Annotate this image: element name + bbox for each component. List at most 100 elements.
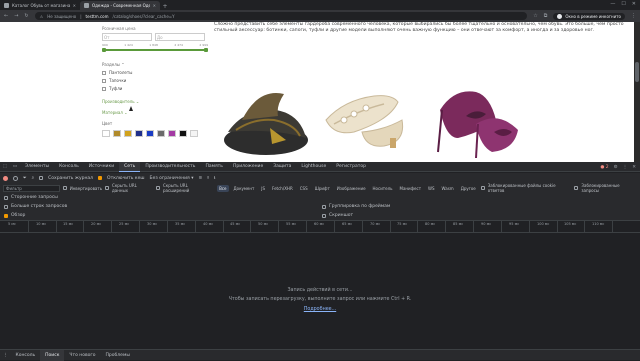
color-swatch[interactable]: [190, 130, 198, 137]
close-window-icon[interactable]: ✕: [632, 1, 636, 7]
third-party-option[interactable]: Сторонние запросы: [4, 195, 58, 200]
extensions-icon[interactable]: ⧉: [544, 13, 548, 19]
color-swatch[interactable]: [179, 130, 187, 137]
tab-application[interactable]: Приложение: [228, 162, 268, 172]
big-rows-option[interactable]: Больше строк запросов: [4, 204, 67, 209]
drawer-tab-whats-new[interactable]: Что нового: [64, 350, 100, 361]
tab-network[interactable]: Сеть: [119, 161, 141, 172]
price-slider-max-handle[interactable]: [204, 48, 208, 52]
close-icon[interactable]: ✕: [632, 165, 636, 170]
network-timeline-overview[interactable]: 5 мс 10 мс 15 мс 20 мс 25 мс 30 мс 35 мс 40 мс 4…: [0, 221, 640, 233]
download-icon[interactable]: ⭳: [214, 174, 216, 182]
screenshots-checkbox[interactable]: [322, 213, 326, 218]
big-rows-checkbox[interactable]: [4, 204, 8, 209]
material-filter[interactable]: Материал ⌄: [102, 110, 208, 115]
type-filter-img[interactable]: Изображение: [335, 185, 368, 192]
color-swatch[interactable]: [157, 130, 165, 137]
overview-checkbox[interactable]: [4, 213, 8, 218]
checkbox-box[interactable]: [102, 78, 106, 83]
price-from-input[interactable]: От: [102, 33, 152, 41]
filter-input[interactable]: Фильтр: [3, 184, 60, 192]
invert-checkbox[interactable]: [62, 186, 67, 190]
color-swatch[interactable]: [135, 130, 143, 137]
drawer-menu-icon[interactable]: ⋮: [0, 353, 11, 358]
tab-performance[interactable]: Производительность: [140, 162, 200, 172]
blocked-cookies-checkbox[interactable]: [480, 186, 485, 190]
hide-data-urls-checkbox[interactable]: [105, 186, 110, 190]
type-filter-doc[interactable]: Документ: [232, 185, 257, 192]
disable-cache-checkbox[interactable]: [98, 176, 103, 180]
scrollbar-thumb[interactable]: [635, 62, 639, 82]
device-toolbar-icon[interactable]: ▭: [10, 164, 20, 169]
section-checkbox[interactable]: Пантолеты: [102, 70, 208, 75]
maximize-icon[interactable]: ☐: [621, 1, 625, 7]
menu-icon[interactable]: ⋮: [631, 13, 636, 19]
error-badge[interactable]: ● 2: [600, 165, 608, 170]
incognito-indicator[interactable]: Окно в режиме инкогнито: [553, 12, 625, 20]
type-filter-js[interactable]: JS: [259, 185, 267, 192]
screenshots-option[interactable]: Скриншот: [322, 213, 353, 218]
slipper-image[interactable]: [224, 93, 308, 155]
url-field[interactable]: ⚠ Не защищено | testtm.com/catalog/shoes…: [34, 12, 528, 20]
clear-icon[interactable]: [13, 175, 18, 181]
type-filter-media[interactable]: Носитель: [371, 185, 395, 192]
browser-tab-clothes[interactable]: Одежда - Современная Одеж ✕: [80, 1, 160, 10]
color-swatch[interactable]: [113, 130, 121, 137]
color-swatch[interactable]: [124, 130, 132, 137]
throttling-select[interactable]: Без ограничения ▾: [149, 176, 193, 181]
search-icon[interactable]: ⌕: [32, 175, 35, 181]
upload-icon[interactable]: ⭱: [207, 174, 209, 182]
close-icon[interactable]: ✕: [73, 3, 76, 8]
back-icon[interactable]: ←: [4, 13, 8, 19]
drawer-tab-console[interactable]: Консоль: [11, 350, 41, 361]
tab-security[interactable]: Защита: [268, 162, 296, 172]
more-icon[interactable]: ⋮: [623, 165, 628, 170]
hide-extension-urls-checkbox[interactable]: [156, 186, 161, 190]
blocked-requests-checkbox[interactable]: [574, 186, 579, 190]
producer-filter[interactable]: Производитель ⌄: [102, 99, 208, 104]
price-slider[interactable]: [102, 48, 208, 52]
minimize-icon[interactable]: —: [610, 1, 615, 7]
filter-icon[interactable]: ⏷: [23, 175, 27, 181]
type-filter-other[interactable]: Другое: [459, 185, 478, 192]
type-filter-font[interactable]: Шрифт: [313, 185, 332, 192]
tab-console[interactable]: Консоль: [54, 162, 84, 172]
forward-icon[interactable]: →: [14, 13, 18, 19]
record-icon[interactable]: [3, 175, 8, 181]
tab-lighthouse[interactable]: Lighthouse: [296, 162, 331, 172]
tab-elements[interactable]: Элементы: [20, 162, 54, 172]
new-tab-button[interactable]: +: [160, 3, 170, 10]
gear-icon[interactable]: ⚙: [614, 165, 618, 170]
price-slider-min-handle[interactable]: [102, 48, 106, 52]
group-by-frame-option[interactable]: Группировка по фреймам: [322, 204, 390, 209]
browser-tab-catalog[interactable]: Каталог Обувь от магазина Оф ✕: [0, 1, 80, 10]
type-filter-manifest[interactable]: Манифест: [398, 185, 424, 192]
color-swatch[interactable]: [146, 130, 154, 137]
color-swatch[interactable]: [102, 130, 110, 137]
type-filter-css[interactable]: CSS: [298, 185, 310, 192]
tab-sources[interactable]: Источники: [84, 162, 119, 172]
drawer-tab-issues[interactable]: Проблемы: [101, 350, 135, 361]
page-scrollbar[interactable]: [634, 22, 640, 162]
inspect-element-icon[interactable]: ⬚: [0, 164, 10, 169]
overview-option[interactable]: Обзор: [4, 213, 25, 218]
section-checkbox[interactable]: Тапочки: [102, 78, 208, 83]
group-by-frame-checkbox[interactable]: [322, 204, 326, 209]
preserve-log-checkbox[interactable]: [39, 176, 44, 180]
checkbox-box[interactable]: [102, 86, 106, 91]
third-party-checkbox[interactable]: [4, 195, 8, 200]
sections-label[interactable]: Разделы ⌃: [102, 62, 208, 67]
section-checkbox[interactable]: Туфли: [102, 86, 208, 91]
reload-icon[interactable]: ↻: [24, 13, 28, 19]
learn-more-link[interactable]: Подробнее...: [304, 307, 336, 312]
tab-memory[interactable]: Память: [200, 162, 228, 172]
price-to-input[interactable]: До: [155, 33, 205, 41]
type-filter-fetch[interactable]: Fetch/XHR: [270, 185, 295, 192]
type-filter-all[interactable]: Все: [217, 184, 229, 192]
drawer-tab-search[interactable]: Поиск: [40, 349, 65, 361]
close-icon[interactable]: ✕: [153, 3, 156, 8]
color-swatch[interactable]: [168, 130, 176, 137]
type-filter-ws[interactable]: WS: [426, 185, 437, 192]
checkbox-box[interactable]: [102, 70, 106, 75]
heels-image[interactable]: [437, 91, 518, 159]
